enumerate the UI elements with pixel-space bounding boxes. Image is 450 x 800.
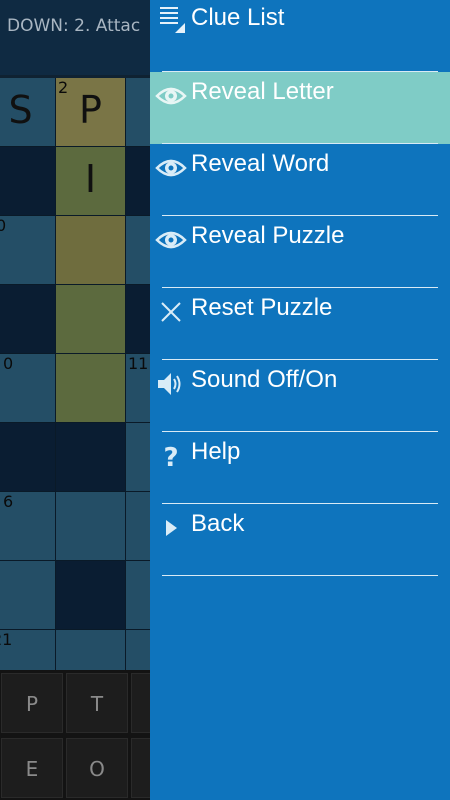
keyboard-key[interactable] — [131, 673, 150, 733]
eye-icon — [155, 224, 187, 256]
speaker-icon — [155, 368, 187, 400]
close-icon — [155, 296, 187, 328]
keyboard-key[interactable]: O — [66, 738, 128, 798]
cell-number: 11 — [128, 354, 149, 373]
grid-cell[interactable] — [56, 561, 125, 629]
menu-item-label: Clue List — [191, 4, 285, 31]
grid-cell[interactable] — [126, 561, 150, 629]
cell-letter: I — [84, 157, 97, 201]
current-clue: DOWN: 2. Attac — [7, 16, 141, 36]
cell-letter: S — [8, 88, 33, 132]
grid-cell[interactable]: 21 — [0, 630, 55, 670]
grid-cell[interactable] — [56, 492, 125, 560]
grid-cell[interactable] — [126, 216, 150, 284]
cell-number: 0 — [0, 216, 7, 235]
grid-cell[interactable] — [126, 630, 150, 670]
keyboard-key[interactable]: P — [1, 673, 63, 733]
grid-cell-selected[interactable] — [56, 285, 125, 353]
menu-item-clue-list[interactable]: Clue List — [150, 0, 450, 72]
cell-number: 21 — [0, 630, 13, 649]
menu-item-label: Reveal Word — [191, 150, 330, 177]
grid-cell[interactable]: 6 — [0, 492, 55, 560]
keyboard-key[interactable]: E — [1, 738, 63, 798]
grid-cell[interactable] — [126, 285, 150, 353]
menu-divider — [162, 575, 438, 576]
cell-number: 6 — [3, 492, 14, 511]
menu-item-label: Reset Puzzle — [191, 294, 333, 321]
menu-item-label: Help — [191, 438, 241, 465]
menu-item-reset-puzzle[interactable]: Reset Puzzle — [150, 288, 450, 360]
keyboard-key[interactable] — [131, 738, 150, 798]
back-arrow-icon — [155, 512, 187, 544]
menu-item-label: Sound Off/On — [191, 366, 338, 393]
menu-item-reveal-letter[interactable]: Reveal Letter — [150, 72, 450, 144]
grid-cell[interactable]: 0 — [0, 354, 55, 422]
grid-cell[interactable] — [0, 285, 55, 353]
eye-icon — [155, 152, 187, 184]
navigation-drawer: Clue List Reveal Letter Reveal Word Reve… — [150, 0, 450, 800]
grid-cell[interactable]: 0 — [0, 216, 55, 284]
menu-item-label: Back — [191, 510, 245, 537]
svg-text:?: ? — [163, 443, 178, 472]
grid-cell-selected[interactable] — [56, 354, 125, 422]
grid-cell[interactable]: 11 — [126, 354, 150, 422]
menu-item-label: Reveal Puzzle — [191, 222, 345, 249]
grid-cell-selected[interactable] — [56, 216, 125, 284]
crossword-panel: DOWN: 2. Attac S 2 P I 0 0 11 6 1 P T E … — [0, 0, 150, 800]
grid-cell-selected[interactable]: 2 P — [56, 78, 125, 146]
menu-item-sound[interactable]: Sound Off/On — [150, 360, 450, 432]
grid-cell-selected[interactable]: I — [56, 147, 125, 215]
menu-item-help[interactable]: ? Help — [150, 432, 450, 504]
cell-number: 0 — [3, 354, 14, 373]
menu-item-back[interactable]: Back — [150, 504, 450, 576]
grid-cell[interactable] — [126, 147, 150, 215]
list-icon — [155, 3, 187, 35]
grid-cell[interactable] — [126, 78, 150, 146]
crossword-grid[interactable]: S 2 P I 0 0 11 6 1 — [0, 78, 150, 670]
menu-item-reveal-word[interactable]: Reveal Word — [150, 144, 450, 216]
grid-cell[interactable] — [56, 630, 125, 670]
letter-keyboard: P T E O — [0, 670, 150, 800]
cell-letter: P — [79, 88, 102, 132]
menu-item-reveal-puzzle[interactable]: Reveal Puzzle — [150, 216, 450, 288]
grid-cell[interactable] — [126, 423, 150, 491]
grid-cell[interactable] — [0, 423, 55, 491]
grid-cell[interactable] — [56, 423, 125, 491]
grid-cell[interactable] — [0, 561, 55, 629]
grid-cell[interactable]: S — [0, 78, 55, 146]
grid-cell[interactable] — [0, 147, 55, 215]
clue-bar[interactable]: DOWN: 2. Attac — [0, 0, 150, 75]
keyboard-key[interactable]: T — [66, 673, 128, 733]
question-icon: ? — [155, 440, 187, 472]
grid-cell[interactable] — [126, 492, 150, 560]
eye-icon — [155, 80, 187, 112]
menu-item-label: Reveal Letter — [191, 78, 334, 105]
